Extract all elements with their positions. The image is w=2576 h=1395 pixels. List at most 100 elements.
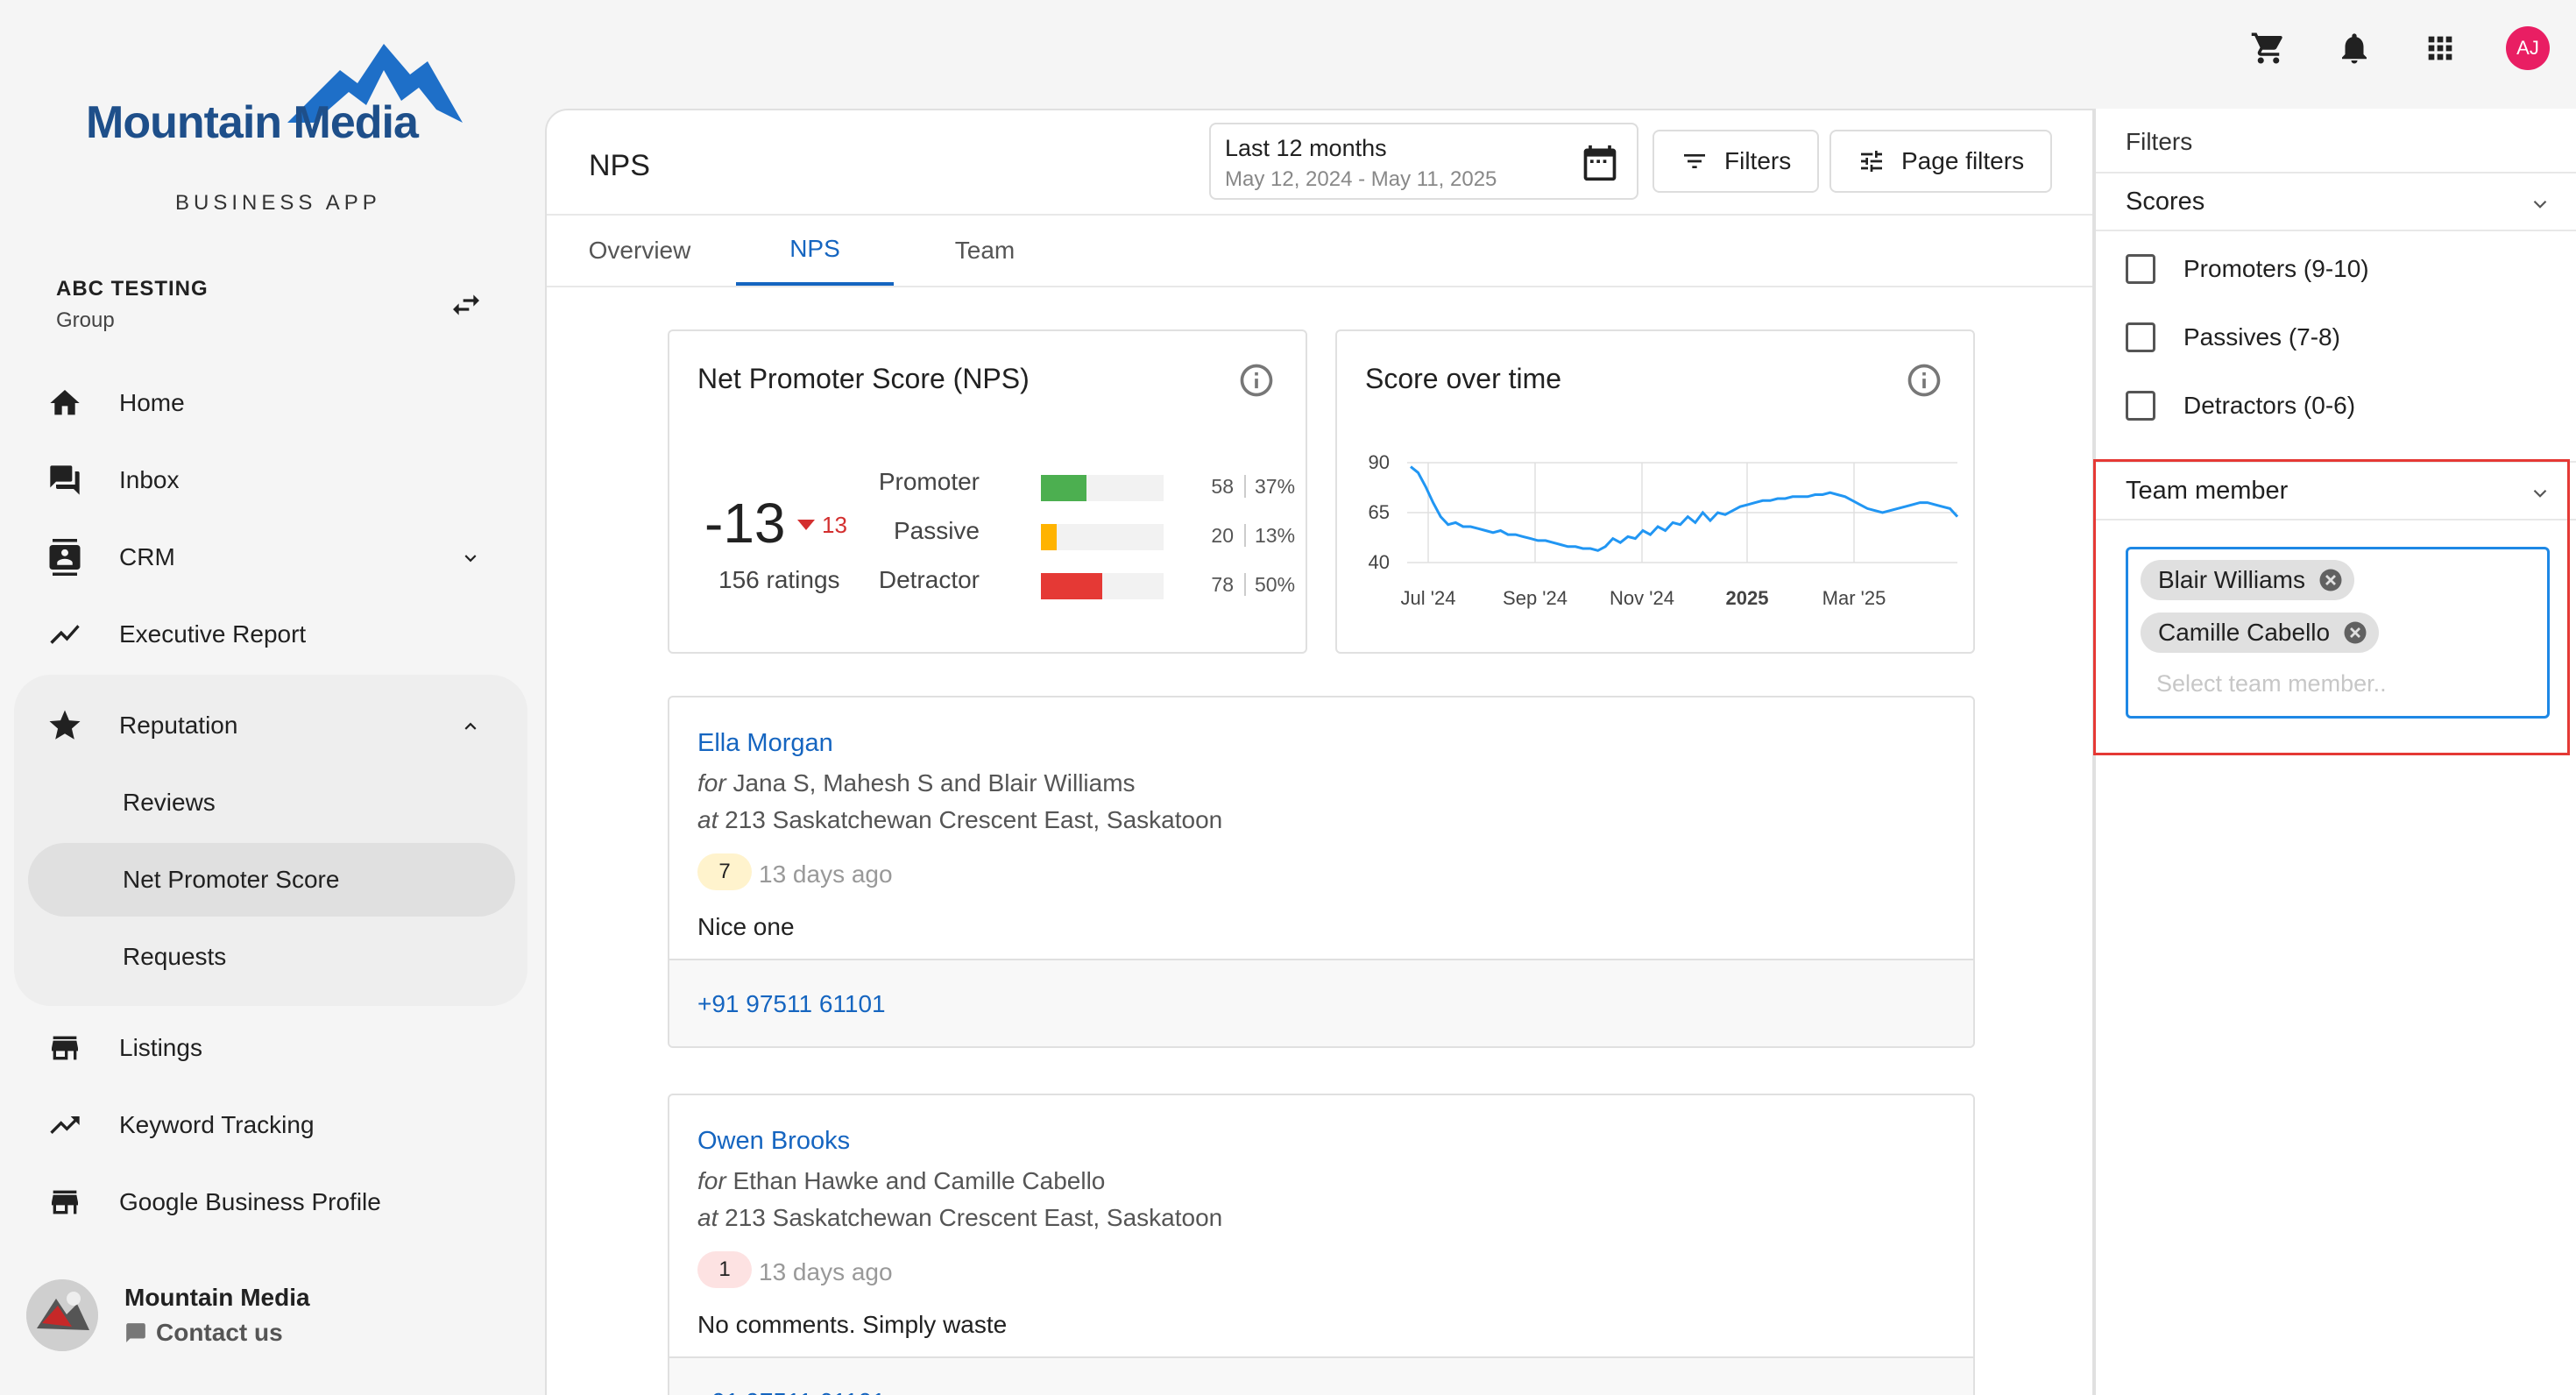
user-avatar[interactable]: AJ	[2506, 26, 2550, 70]
chevron-down-icon[interactable]	[459, 547, 482, 570]
nps-card-title: Net Promoter Score (NPS)	[697, 363, 1030, 394]
sidebar: Mountain Media BUSINESS APP ABC TESTING …	[0, 0, 543, 1395]
divider	[1244, 475, 1246, 498]
filters-panel-title: Filters	[2126, 128, 2193, 155]
review-at: at 213 Saskatchewan Crescent East, Saska…	[697, 806, 1222, 834]
sidebar-item-label: Home	[119, 389, 185, 416]
chart-xtick-label: Sep '24	[1503, 587, 1568, 609]
footer-account[interactable]: Mountain Media Contact us	[26, 1279, 310, 1351]
sidebar-item-reputation[interactable]: Reputation	[28, 689, 519, 762]
cart-icon[interactable]	[2248, 28, 2289, 68]
account-switcher[interactable]: ABC TESTING Group	[56, 277, 209, 333]
sidebar-item-label: Keyword Tracking	[119, 1111, 315, 1138]
score-over-time-card: Score over time 90 65 40 Jul '24 Sep '24 Nov…	[1335, 329, 1975, 654]
sidebar-item-label: Executive Report	[119, 620, 307, 648]
review-for: for Ethan Hawke and Camille Cabello	[697, 1167, 1105, 1195]
sidebar-subitem-net-promoter-score[interactable]: Net Promoter Score	[123, 866, 339, 894]
checkbox-promoters[interactable]: Promoters (9-10)	[2126, 254, 2369, 284]
distribution-label: Passive	[893, 517, 980, 544]
sidebar-item-crm[interactable]: CRM	[28, 520, 519, 594]
tab-nps[interactable]: NPS	[736, 216, 894, 286]
bell-icon[interactable]	[2334, 28, 2374, 68]
divider	[1244, 524, 1246, 547]
distribution-percent: 13%	[1255, 524, 1296, 547]
checkbox-passives[interactable]: Passives (7-8)	[2126, 322, 2340, 352]
chart-xtick-label: Jul '24	[1401, 587, 1456, 609]
tab-overview[interactable]: Overview	[568, 216, 711, 286]
chevron-down-icon[interactable]	[2529, 193, 2551, 216]
distribution-count: 58	[1211, 475, 1234, 498]
date-range-label: Last 12 months	[1225, 135, 1387, 161]
at-text: 213 Saskatchewan Crescent East, Saskatoo…	[725, 1204, 1223, 1231]
at-text: 213 Saskatchewan Crescent East, Saskatoo…	[725, 806, 1223, 833]
scores-section-header[interactable]: Scores	[2096, 172, 2576, 231]
checkbox-box[interactable]	[2126, 322, 2155, 352]
phone-link[interactable]: +91 97511 61101	[697, 1388, 886, 1395]
filters-button[interactable]: Filters	[1652, 130, 1820, 193]
chevron-up-icon[interactable]	[459, 715, 482, 738]
score-badge: 7	[697, 853, 752, 890]
checkbox-label: Detractors (0-6)	[2183, 392, 2356, 419]
review-footer: +91 97511 61101	[669, 1356, 1973, 1395]
apps-grid-icon[interactable]	[2420, 28, 2460, 68]
sidebar-subitem-requests[interactable]: Requests	[123, 943, 226, 971]
store-icon	[32, 1185, 98, 1220]
chart-xtick-label: Nov '24	[1610, 587, 1674, 609]
chart-ytick-label: 90	[1369, 451, 1390, 473]
sidebar-item-label: Google Business Profile	[119, 1188, 381, 1215]
sidebar-item-keyword-tracking[interactable]: Keyword Tracking	[28, 1088, 519, 1162]
filters-button-label: Filters	[1724, 147, 1792, 174]
chart-ytick-label: 40	[1369, 551, 1390, 573]
store-icon	[32, 1030, 98, 1066]
star-icon	[32, 707, 98, 744]
for-text: Jana S, Mahesh S and Blair Williams	[732, 769, 1136, 797]
sidebar-subitem-reviews[interactable]: Reviews	[123, 789, 216, 817]
date-range-picker[interactable]: Last 12 months May 12, 2024 - May 11, 20…	[1209, 123, 1638, 200]
review-card: Owen Brooks for Ethan Hawke and Camille …	[668, 1094, 1975, 1395]
distribution-percent: 50%	[1255, 573, 1296, 596]
logo-subtitle: BUSINESS APP	[175, 191, 381, 215]
trending-up-icon	[32, 1108, 98, 1143]
for-prefix: for	[697, 769, 726, 797]
distribution-bar-track	[1041, 524, 1164, 550]
checkbox-detractors[interactable]: Detractors (0-6)	[2126, 391, 2355, 421]
footer-account-name: Mountain Media	[124, 1284, 310, 1311]
main-panel: NPS Last 12 months May 12, 2024 - May 11…	[545, 109, 2094, 1395]
at-prefix: at	[697, 806, 718, 833]
logo-text: Mountain Media	[86, 97, 419, 148]
phone-link[interactable]: +91 97511 61101	[697, 990, 886, 1018]
sidebar-item-home[interactable]: Home	[28, 366, 519, 440]
info-icon[interactable]	[1237, 361, 1276, 400]
sidebar-item-label: Listings	[119, 1034, 202, 1061]
page-filters-button[interactable]: Page filters	[1829, 130, 2053, 193]
info-icon[interactable]	[1905, 361, 1943, 400]
tune-icon	[1858, 147, 1886, 175]
footer-avatar	[26, 1279, 98, 1351]
tab-team[interactable]: Team	[924, 216, 1046, 286]
calendar-icon[interactable]	[1581, 144, 1619, 182]
for-prefix: for	[697, 1167, 726, 1194]
distribution-bar-fill	[1041, 524, 1058, 550]
review-comment: Nice one	[697, 913, 795, 940]
reviewer-name-link[interactable]: Owen Brooks	[697, 1127, 850, 1156]
checkbox-label: Passives (7-8)	[2183, 323, 2340, 351]
reviewer-name-link[interactable]: Ella Morgan	[697, 729, 833, 758]
sidebar-item-executive-report[interactable]: Executive Report	[28, 598, 519, 671]
distribution-row-passive: Passive 20 13%	[845, 515, 1295, 550]
home-icon	[32, 386, 98, 421]
distribution-row-promoter: Promoter 58 37%	[845, 466, 1295, 501]
swap-icon[interactable]	[447, 287, 485, 322]
sidebar-item-listings[interactable]: Listings	[28, 1011, 519, 1085]
score-badge: 1	[697, 1251, 752, 1288]
tab-bar: Overview NPS Team	[547, 214, 2092, 287]
review-time: 13 days ago	[759, 860, 893, 888]
contacts-icon	[32, 539, 98, 576]
checkbox-box[interactable]	[2126, 391, 2155, 421]
sidebar-item-google-business-profile[interactable]: Google Business Profile	[28, 1165, 519, 1239]
logo[interactable]: Mountain Media	[86, 35, 463, 149]
checkbox-box[interactable]	[2126, 254, 2155, 284]
contact-us-link[interactable]: Contact us	[124, 1319, 310, 1347]
sidebar-item-inbox[interactable]: Inbox	[28, 443, 519, 517]
trend-icon	[32, 617, 98, 652]
distribution-count: 78	[1211, 573, 1234, 596]
